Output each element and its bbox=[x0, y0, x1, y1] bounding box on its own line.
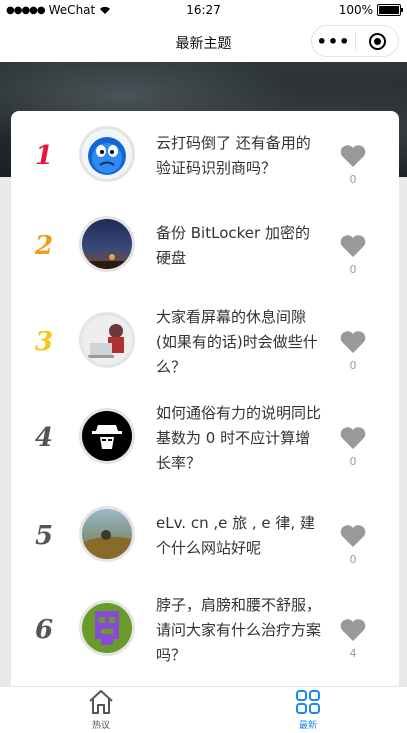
heart-icon[interactable] bbox=[339, 144, 367, 168]
list-item[interactable]: 6 脖子，肩膀和腰不舒服，请问大家有什么治疗方案吗？ 4 bbox=[11, 585, 399, 675]
battery-icon bbox=[377, 4, 403, 16]
navigation-bar: 最新主题 ••• bbox=[0, 22, 407, 62]
like-button[interactable]: 0 bbox=[339, 111, 367, 201]
heart-icon[interactable] bbox=[339, 618, 367, 642]
rank-number: 6 bbox=[35, 615, 54, 645]
avatar bbox=[79, 600, 135, 656]
heart-icon[interactable] bbox=[339, 524, 367, 548]
avatar bbox=[79, 312, 135, 368]
tab-latest[interactable]: 最新 bbox=[268, 687, 348, 733]
like-count: 0 bbox=[349, 359, 357, 372]
tab-hot[interactable]: 热议 bbox=[61, 687, 141, 733]
topic-title[interactable]: 大家看屏幕的休息间隙(如果有的话)时会做些什么？ bbox=[156, 297, 324, 387]
like-button[interactable]: 0 bbox=[339, 201, 367, 291]
battery-percent: 100% bbox=[338, 3, 373, 17]
rank-number: 4 bbox=[35, 423, 54, 453]
like-button[interactable]: 0 bbox=[339, 297, 367, 387]
topic-title[interactable]: 如何通俗有力的说明同比基数为 0 时不应计算增长率？ bbox=[156, 393, 324, 483]
like-button[interactable]: 4 bbox=[339, 585, 367, 675]
more-icon[interactable]: ••• bbox=[312, 32, 355, 51]
like-button[interactable]: 0 bbox=[339, 393, 367, 483]
rank-number: 5 bbox=[35, 521, 54, 551]
status-bar: ●●●●● WeChat 16:27 100% bbox=[0, 0, 407, 22]
status-right: 100% bbox=[338, 3, 403, 17]
rank-number: 1 bbox=[35, 141, 54, 171]
close-button[interactable] bbox=[356, 32, 398, 50]
heart-icon[interactable] bbox=[339, 426, 367, 450]
list-item[interactable]: 4 如何通俗有力的说明同比基数为 0 时不应计算增长率？ 0 bbox=[11, 393, 399, 483]
avatar bbox=[79, 408, 135, 464]
list-item[interactable]: 5 eLv. cn ,e 旅 , e 律, 建个什么网站好呢 0 bbox=[11, 491, 399, 581]
topic-title-text: 脖子，肩膀和腰不舒服，请问大家有什么治疗方案吗？ bbox=[156, 595, 322, 664]
grid-icon bbox=[296, 690, 320, 714]
list-item[interactable]: 3 大家看屏幕的休息间隙(如果有的话)时会做些什么？ 0 bbox=[11, 297, 399, 387]
heart-icon[interactable] bbox=[339, 234, 367, 258]
like-count: 4 bbox=[349, 647, 357, 660]
topic-title-text: 备份 BitLocker 加密的硬盘 bbox=[156, 224, 310, 267]
home-icon bbox=[89, 690, 113, 714]
rank-number: 3 bbox=[35, 327, 54, 357]
topic-title-text: 如何通俗有力的说明同比基数为 0 时不应计算增长率？ bbox=[156, 403, 322, 472]
close-icon bbox=[368, 32, 386, 50]
topic-list-card: 1 云打码倒了 还有备用的验证码识别商吗？ 0 2 备份 BitLocker 加密的硬盘… bbox=[11, 111, 399, 691]
topic-title[interactable]: 云打码倒了 还有备用的验证码识别商吗？ bbox=[156, 111, 324, 201]
tab-hot-label: 热议 bbox=[91, 721, 110, 731]
topic-title-text: eLv. cn ,e 旅 , e 律, 建个什么网站好呢 bbox=[156, 514, 315, 557]
topic-title-text: 大家看屏幕的休息间隙(如果有的话)时会做些什么？ bbox=[156, 307, 318, 376]
list-item[interactable]: 2 备份 BitLocker 加密的硬盘 0 bbox=[11, 201, 399, 291]
tab-bar: 热议 最新 bbox=[0, 686, 407, 733]
like-count: 0 bbox=[349, 173, 357, 186]
avatar bbox=[79, 126, 135, 182]
like-count: 0 bbox=[349, 553, 357, 566]
topic-title[interactable]: 脖子，肩膀和腰不舒服，请问大家有什么治疗方案吗？ bbox=[156, 585, 324, 675]
like-count: 0 bbox=[349, 455, 357, 468]
topic-title[interactable]: eLv. cn ,e 旅 , e 律, 建个什么网站好呢 bbox=[156, 491, 324, 581]
like-count: 0 bbox=[349, 263, 357, 276]
like-button[interactable]: 0 bbox=[339, 491, 367, 581]
rank-number: 2 bbox=[35, 231, 54, 261]
tab-latest-label: 最新 bbox=[298, 721, 317, 731]
list-item[interactable]: 1 云打码倒了 还有备用的验证码识别商吗？ 0 bbox=[11, 111, 399, 201]
mini-program-capsule: ••• bbox=[311, 25, 399, 57]
topic-title[interactable]: 备份 BitLocker 加密的硬盘 bbox=[156, 201, 324, 291]
topic-title-text: 云打码倒了 还有备用的验证码识别商吗？ bbox=[156, 134, 311, 177]
avatar bbox=[79, 216, 135, 272]
avatar bbox=[79, 506, 135, 562]
heart-icon[interactable] bbox=[339, 330, 367, 354]
